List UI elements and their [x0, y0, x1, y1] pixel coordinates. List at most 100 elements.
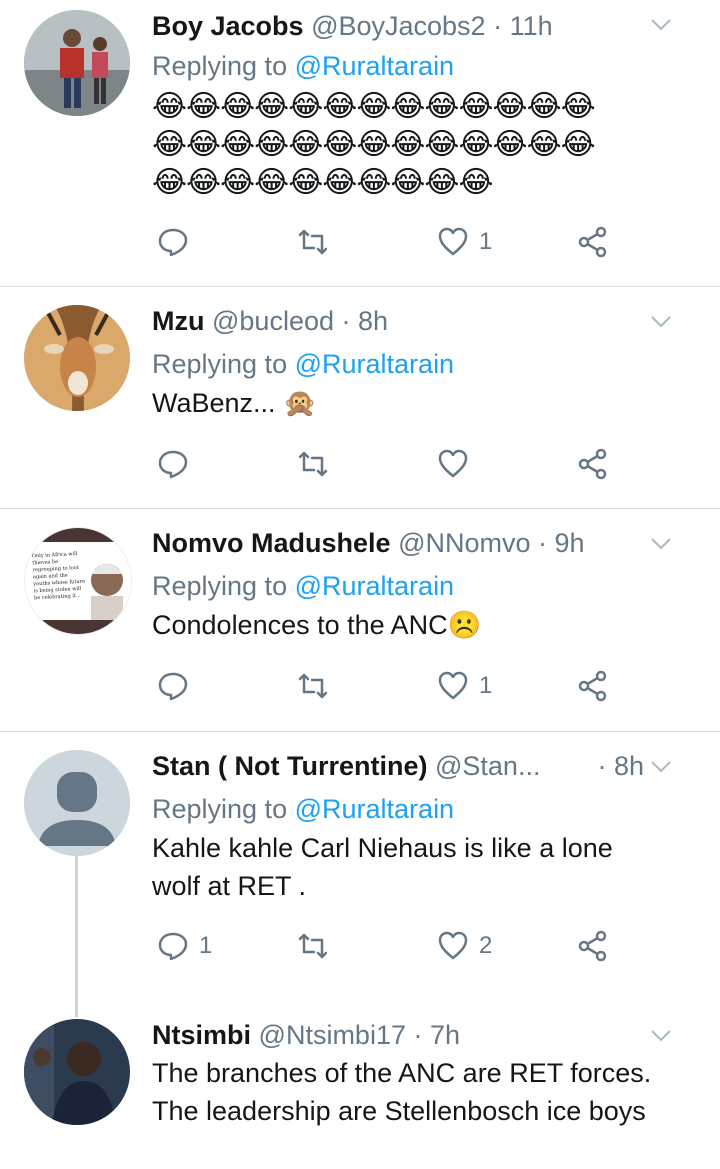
user-handle[interactable]: @Stan...: [435, 751, 540, 781]
tweet-header: Stan ( Not Turrentine) @Stan...: [152, 750, 540, 782]
user-handle[interactable]: @bucleod: [212, 306, 334, 336]
chevron-down-icon[interactable]: [650, 760, 672, 774]
tweet-card[interactable]: Boy Jacobs @BoyJacobs2 · 11h Replying to…: [0, 0, 720, 287]
replying-to: Replying to @Ruraltarain: [152, 793, 454, 825]
avatar[interactable]: Only in Africa will thieves be regroupin…: [24, 527, 132, 635]
emoji-row: 😂😂😂😂😂😂😂😂😂😂😂😂😂: [152, 128, 596, 161]
heart-icon: [438, 671, 468, 700]
action-bar: 1 2: [152, 930, 700, 970]
avatar[interactable]: [24, 305, 130, 411]
avatar[interactable]: [24, 1019, 130, 1125]
tweet-text: The branches of the ANC are RET forces. …: [152, 1058, 652, 1126]
heart-icon: [438, 227, 468, 256]
reply-icon: [158, 228, 188, 257]
share-button[interactable]: [577, 930, 609, 962]
tweet-text: WaBenz... 🙊: [152, 388, 317, 418]
like-button[interactable]: 2: [437, 930, 492, 962]
timestamp[interactable]: · 11h: [493, 11, 553, 41]
retweet-button[interactable]: [297, 226, 339, 258]
chevron-down-icon[interactable]: [650, 315, 672, 329]
avatar-photo: [25, 528, 131, 634]
replying-to: Replying to @Ruraltarain: [152, 570, 454, 602]
mention-link[interactable]: @Ruraltarain: [295, 794, 454, 824]
avatar-photo: [24, 10, 130, 116]
share-button[interactable]: [577, 226, 609, 258]
share-icon: [578, 930, 607, 962]
replying-prefix: Replying to: [152, 349, 288, 379]
reply-button[interactable]: [157, 670, 199, 702]
avatar-photo: [24, 305, 130, 411]
retweet-button[interactable]: [297, 448, 339, 480]
like-count: 1: [479, 672, 493, 699]
reply-icon: [158, 932, 188, 961]
reply-button[interactable]: [157, 448, 199, 480]
tweet-card[interactable]: Stan ( Not Turrentine) @Stan... · 8h Rep…: [0, 732, 720, 1007]
tweet-card[interactable]: Mzu @bucleod · 8h Replying to @Ruraltara…: [0, 287, 720, 509]
tweet-card[interactable]: Ntsimbi @Ntsimbi17 · 7h The branches of …: [0, 1007, 720, 1169]
share-icon: [578, 448, 607, 480]
share-icon: [578, 226, 607, 258]
emoji-row: 😂😂😂😂😂😂😂😂😂😂: [152, 166, 494, 199]
tweet-header: Boy Jacobs @BoyJacobs2 · 11h: [152, 10, 660, 42]
retweet-icon: [298, 933, 328, 959]
retweet-button[interactable]: [297, 930, 339, 962]
avatar[interactable]: [24, 750, 130, 856]
display-name[interactable]: Boy Jacobs: [152, 11, 304, 41]
timestamp[interactable]: · 7h: [414, 1020, 461, 1050]
retweet-icon: [298, 229, 328, 255]
like-count: 1: [479, 228, 493, 255]
share-button[interactable]: [577, 670, 609, 702]
retweet-icon: [298, 451, 328, 477]
chevron-down-icon[interactable]: [650, 18, 672, 32]
chevron-down-icon[interactable]: [650, 537, 672, 551]
timestamp[interactable]: · 8h: [342, 306, 389, 336]
tweet-header: Ntsimbi @Ntsimbi17 · 7h: [152, 1019, 660, 1051]
avatar-photo: [24, 1019, 130, 1125]
user-handle[interactable]: @BoyJacobs2: [311, 11, 486, 41]
action-bar: [152, 448, 700, 488]
timestamp[interactable]: · 8h: [597, 750, 644, 782]
replying-to: Replying to @Ruraltarain: [152, 348, 454, 380]
replying-prefix: Replying to: [152, 571, 288, 601]
timestamp[interactable]: · 9h: [538, 528, 585, 558]
mention-link[interactable]: @Ruraltarain: [295, 349, 454, 379]
reply-icon: [158, 450, 188, 479]
replying-prefix: Replying to: [152, 794, 288, 824]
heart-icon: [438, 449, 468, 478]
tweet-header: Nomvo Madushele @NNomvo · 9h: [152, 527, 660, 559]
replying-prefix: Replying to: [152, 51, 288, 81]
user-handle[interactable]: @Ntsimbi17: [259, 1020, 406, 1050]
tweet-text: Condolences to the ANC☹️: [152, 610, 482, 640]
thread-connector: [75, 856, 78, 1007]
tweet-text: Kahle kahle Carl Niehaus is like a lone …: [152, 833, 613, 901]
display-name[interactable]: Mzu: [152, 306, 204, 336]
replying-to: Replying to @Ruraltarain: [152, 50, 454, 82]
display-name[interactable]: Nomvo Madushele: [152, 528, 391, 558]
tweet-text: 😂😂😂😂😂😂😂😂😂😂😂😂😂 😂😂😂😂😂😂😂😂😂😂😂😂😂 😂😂😂😂😂😂😂😂😂😂: [152, 88, 690, 202]
mention-link[interactable]: @Ruraltarain: [295, 571, 454, 601]
reply-icon: [158, 672, 188, 701]
avatar[interactable]: [24, 10, 130, 116]
heart-icon: [438, 931, 468, 960]
like-button[interactable]: 1: [437, 670, 492, 702]
mention-link[interactable]: @Ruraltarain: [295, 51, 454, 81]
reply-button[interactable]: [157, 226, 199, 258]
share-icon: [578, 670, 607, 702]
retweet-button[interactable]: [297, 670, 339, 702]
like-button[interactable]: 1: [437, 226, 492, 258]
user-handle[interactable]: @NNomvo: [398, 528, 530, 558]
action-bar: 1: [152, 670, 700, 710]
default-profile-icon: [24, 750, 130, 856]
reply-button[interactable]: 1: [157, 930, 212, 962]
action-bar: 1: [152, 226, 700, 266]
emoji-row: 😂😂😂😂😂😂😂😂😂😂😂😂😂: [152, 90, 596, 123]
retweet-icon: [298, 673, 328, 699]
display-name[interactable]: Stan ( Not Turrentine): [152, 751, 427, 781]
share-button[interactable]: [577, 448, 609, 480]
thread-connector: [75, 1007, 78, 1017]
like-count: 2: [479, 932, 493, 959]
like-button[interactable]: [437, 448, 479, 480]
display-name[interactable]: Ntsimbi: [152, 1020, 251, 1050]
tweet-card[interactable]: Only in Africa will thieves be regroupin…: [0, 509, 720, 732]
chevron-down-icon[interactable]: [650, 1029, 672, 1043]
